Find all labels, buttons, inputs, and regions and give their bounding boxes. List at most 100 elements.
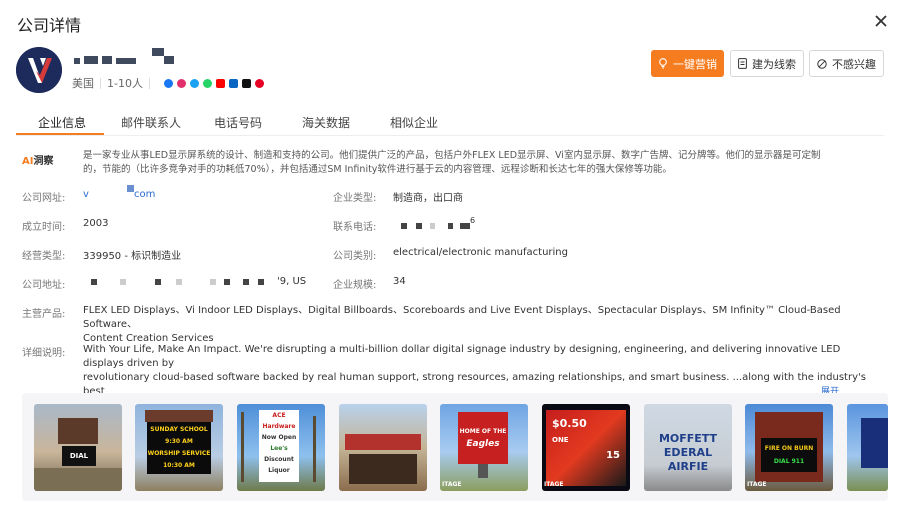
redaction — [416, 223, 422, 229]
dialog-title: 公司详情 — [17, 16, 82, 35]
gallery-image[interactable]: $0.50 ONE 15 ITAGE — [542, 404, 630, 491]
redaction — [224, 279, 230, 285]
whatsapp-icon[interactable] — [202, 78, 212, 88]
led-screen: SUNDAY SCHOOL 9:30 AM WORSHIP SERVICE 10… — [147, 422, 211, 474]
document-icon — [738, 58, 747, 69]
gallery-image[interactable]: MOFFETT EDERAL AIRFIE — [644, 404, 732, 491]
watermark: ITAGE — [442, 481, 462, 488]
address-suffix: '9, US — [277, 276, 307, 287]
sign-board: ACE Hardware Now Open Lee's Discount Liq… — [259, 410, 299, 482]
social-links — [163, 78, 264, 88]
sign-post — [478, 464, 488, 478]
sign-board — [58, 418, 98, 444]
redaction — [243, 279, 249, 285]
watermark: ITAGE — [544, 481, 564, 488]
tab-similar-companies[interactable]: 相似企业 — [390, 114, 438, 131]
scale-label: 企业规模: — [333, 280, 377, 291]
redaction — [401, 223, 407, 229]
company-type-value: 制造商，出口商 — [393, 193, 463, 204]
company-type-label: 企业类型: — [333, 193, 377, 204]
redaction — [176, 279, 182, 285]
tab-company-info[interactable]: 企业信息 — [38, 114, 86, 131]
create-lead-button[interactable]: 建为线索 — [730, 50, 804, 77]
ground — [34, 468, 122, 491]
sign-board: HOME OF THE Eagles — [458, 412, 508, 464]
industry-label: 经营类型: — [22, 251, 66, 262]
building-lettering: MOFFETT EDERAL AIRFIE — [658, 432, 718, 473]
redaction — [155, 279, 161, 285]
tiktok-icon[interactable] — [241, 78, 251, 88]
products-value: FLEX LED Displays、Vi Indoor LED Displays… — [83, 305, 841, 344]
marketing-button[interactable]: 一键营销 — [651, 50, 724, 77]
redaction — [210, 279, 216, 285]
category-value: electrical/electronic manufacturing — [393, 247, 568, 258]
ai-insight-text: 是一家专业从事LED显示屏系统的设计、制造和支持的公司。他们提供广泛的产品，包括… — [83, 150, 821, 175]
lightbulb-icon — [659, 58, 667, 69]
led-screen: DIAL 911 — [62, 446, 96, 480]
create-lead-label: 建为线索 — [752, 57, 796, 71]
industry-value: 339950 - 标识制造业 — [83, 251, 182, 262]
phone-label: 联系电话: — [333, 222, 377, 233]
pinterest-icon[interactable] — [254, 78, 264, 88]
website-value[interactable]: v — [83, 189, 89, 200]
gallery-image[interactable]: FIRE ON BURN DIAL 911 ITAGE — [745, 404, 833, 491]
company-meta: 美国 1-10人 — [72, 75, 264, 91]
tab-phone-numbers[interactable]: 电话号码 — [214, 114, 262, 131]
company-name-redacted — [72, 48, 182, 66]
facebook-icon[interactable] — [163, 78, 173, 88]
description-value: With Your Life, Make An Impact. We're di… — [83, 344, 866, 397]
gallery-image[interactable] — [847, 404, 888, 491]
linkedin-icon[interactable] — [228, 78, 238, 88]
gallery-image[interactable]: HOME OF THE Eagles ITAGE — [440, 404, 528, 491]
image-gallery: DIAL 911 SUNDAY SCHOOL 9:30 AM WORSHIP S… — [22, 393, 888, 501]
led-screen: $0.50 ONE 15 — [546, 410, 626, 486]
products-label: 主营产品: — [22, 309, 66, 320]
twitter-icon[interactable] — [189, 78, 199, 88]
founded-label: 成立时间: — [22, 222, 66, 233]
not-interested-label: 不感兴趣 — [832, 57, 876, 71]
ai-insight-badge: AI洞察 — [22, 156, 54, 167]
category-label: 公司类别: — [333, 251, 377, 262]
website-label: 公司网址: — [22, 193, 66, 204]
watermark: ITAGE — [747, 481, 767, 488]
gallery-image[interactable]: DIAL 911 — [34, 404, 122, 491]
palm-tree — [241, 412, 244, 482]
led-screen: FIRE ON BURN DIAL 911 — [761, 438, 817, 472]
redaction — [127, 185, 134, 192]
company-country: 美国 — [72, 77, 94, 90]
description-label: 详细说明: — [22, 348, 66, 359]
company-logo — [16, 47, 62, 93]
redaction — [448, 223, 453, 229]
divider — [100, 77, 101, 89]
marketing-label: 一键营销 — [673, 57, 717, 71]
not-interested-button[interactable]: 不感兴趣 — [809, 50, 884, 77]
phone-suffix: 6 — [470, 216, 476, 225]
scale-value: 34 — [393, 276, 406, 287]
sign-header — [145, 410, 213, 422]
instagram-icon[interactable] — [176, 78, 186, 88]
address-label: 公司地址: — [22, 280, 66, 291]
redaction — [120, 279, 126, 285]
gallery-image[interactable] — [339, 404, 427, 491]
company-size: 1-10人 — [107, 77, 143, 90]
gallery-image[interactable]: ACE Hardware Now Open Lee's Discount Liq… — [237, 404, 325, 491]
active-tab-indicator — [16, 133, 104, 135]
tab-email-contacts[interactable]: 邮件联系人 — [121, 114, 181, 131]
youtube-icon[interactable] — [215, 78, 225, 88]
redaction — [460, 223, 470, 229]
tab-bar: 企业信息 邮件联系人 电话号码 海关数据 相似企业 — [16, 109, 884, 136]
palm-tree — [313, 416, 316, 482]
tab-customs-data[interactable]: 海关数据 — [302, 114, 350, 131]
redaction — [430, 223, 435, 229]
marquee — [345, 434, 421, 450]
divider — [148, 77, 150, 89]
redaction — [91, 279, 97, 285]
theater-entrance — [349, 454, 417, 484]
redaction — [258, 279, 264, 285]
led-screen — [861, 418, 888, 468]
founded-value: 2003 — [83, 218, 109, 229]
close-icon[interactable] — [872, 12, 890, 30]
ban-icon — [817, 58, 827, 69]
website-suffix[interactable]: com — [134, 189, 155, 200]
gallery-image[interactable]: SUNDAY SCHOOL 9:30 AM WORSHIP SERVICE 10… — [135, 404, 223, 491]
